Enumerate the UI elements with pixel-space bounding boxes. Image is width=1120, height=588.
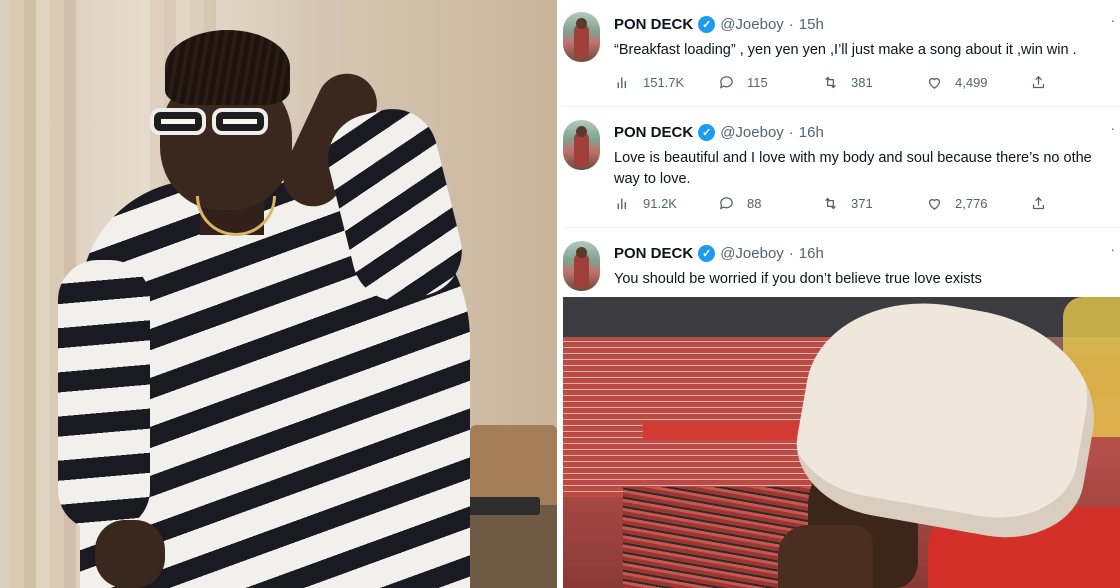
heart-icon — [928, 78, 941, 89]
retweet-count: 371 — [851, 196, 873, 211]
braided-hair — [165, 30, 290, 105]
speech-bubble-icon — [719, 197, 733, 210]
tweet-header: PON DECK ✓ @Joeboy · 16h — [614, 124, 824, 141]
reply-count: 88 — [747, 196, 762, 211]
separator-dot: · — [788, 245, 794, 262]
chair — [470, 425, 557, 505]
separator-dot: · — [788, 124, 794, 141]
views-count: 151.7K — [643, 75, 685, 90]
bar-chart-icon — [617, 77, 627, 89]
tweet-text: You should be worried if you don’t belie… — [614, 271, 982, 287]
tweet-media-photo-stadium[interactable] — [563, 297, 1120, 588]
display-name[interactable]: PON DECK — [614, 245, 693, 262]
speech-bubble-icon — [719, 76, 733, 89]
verified-badge-icon: ✓ — [698, 124, 716, 141]
share-button[interactable] — [1030, 74, 1050, 91]
tweet-text: Love is beautiful and I love with my bod… — [614, 148, 1120, 190]
more-options-icon[interactable]: · — [1110, 12, 1116, 28]
reply-button[interactable]: 88 — [718, 195, 822, 212]
display-name[interactable]: PON DECK — [614, 124, 693, 141]
timestamp[interactable]: 16h — [799, 124, 824, 141]
avatar[interactable] — [563, 120, 600, 170]
white-sunglasses — [150, 108, 268, 135]
display-name[interactable]: PON DECK — [614, 16, 693, 33]
tweet-actions: 91.2K 88 371 2,776 — [614, 195, 1050, 212]
more-options-icon[interactable]: · — [1110, 120, 1116, 136]
retweet-button[interactable]: 371 — [822, 195, 926, 212]
retweet-icon — [825, 197, 836, 210]
reply-count: 115 — [747, 75, 768, 90]
like-count: 2,776 — [955, 196, 988, 211]
like-count: 4,499 — [955, 75, 988, 90]
timestamp[interactable]: 16h — [799, 245, 824, 262]
retweet-button[interactable]: 381 — [822, 74, 926, 91]
like-button[interactable]: 4,499 — [926, 74, 1030, 91]
tweet-list: PON DECK ✓ @Joeboy · 15h · “Breakfast lo… — [557, 0, 1120, 297]
tweet[interactable]: PON DECK ✓ @Joeboy · 16h · Love is beaut… — [563, 108, 1120, 228]
tweet-text-line: way to love. — [614, 171, 691, 187]
bar-chart-icon — [617, 198, 627, 210]
retweet-icon — [825, 76, 836, 89]
tweet-text: “Breakfast loading” , yen yen yen ,I’ll … — [614, 42, 1077, 58]
avatar[interactable] — [563, 241, 600, 291]
tweet-actions: 151.7K 115 381 4,499 — [614, 74, 1050, 91]
sweater-sleeve — [58, 260, 150, 530]
share-button[interactable] — [1030, 195, 1050, 212]
handle[interactable]: @Joeboy — [720, 124, 784, 141]
share-upload-icon — [1032, 75, 1045, 89]
retweet-count: 381 — [851, 75, 873, 90]
separator-dot: · — [788, 16, 794, 33]
avatar[interactable] — [563, 12, 600, 62]
handle[interactable]: @Joeboy — [720, 245, 784, 262]
timestamp[interactable]: 15h — [799, 16, 824, 33]
verified-badge-icon: ✓ — [698, 245, 716, 262]
tweet[interactable]: PON DECK ✓ @Joeboy · 15h · “Breakfast lo… — [563, 0, 1120, 107]
tweet-header: PON DECK ✓ @Joeboy · 16h — [614, 245, 824, 262]
views-button[interactable]: 151.7K — [614, 74, 718, 91]
photo-man-striped-sweater — [0, 0, 557, 588]
handle[interactable]: @Joeboy — [720, 16, 784, 33]
views-count: 91.2K — [643, 196, 677, 211]
hand — [778, 525, 873, 588]
heart-icon — [928, 199, 941, 210]
views-button[interactable]: 91.2K — [614, 195, 718, 212]
tweet[interactable]: PON DECK ✓ @Joeboy · 16h · You should be… — [563, 229, 1120, 297]
tweet-header: PON DECK ✓ @Joeboy · 15h — [614, 16, 824, 33]
reply-button[interactable]: 115 — [718, 74, 822, 91]
hand — [95, 520, 165, 588]
more-options-icon[interactable]: · — [1110, 241, 1116, 257]
share-upload-icon — [1032, 196, 1045, 210]
like-button[interactable]: 2,776 — [926, 195, 1030, 212]
tweet-text-line: Love is beautiful and I love with my bod… — [614, 150, 1092, 166]
verified-badge-icon: ✓ — [698, 16, 716, 33]
